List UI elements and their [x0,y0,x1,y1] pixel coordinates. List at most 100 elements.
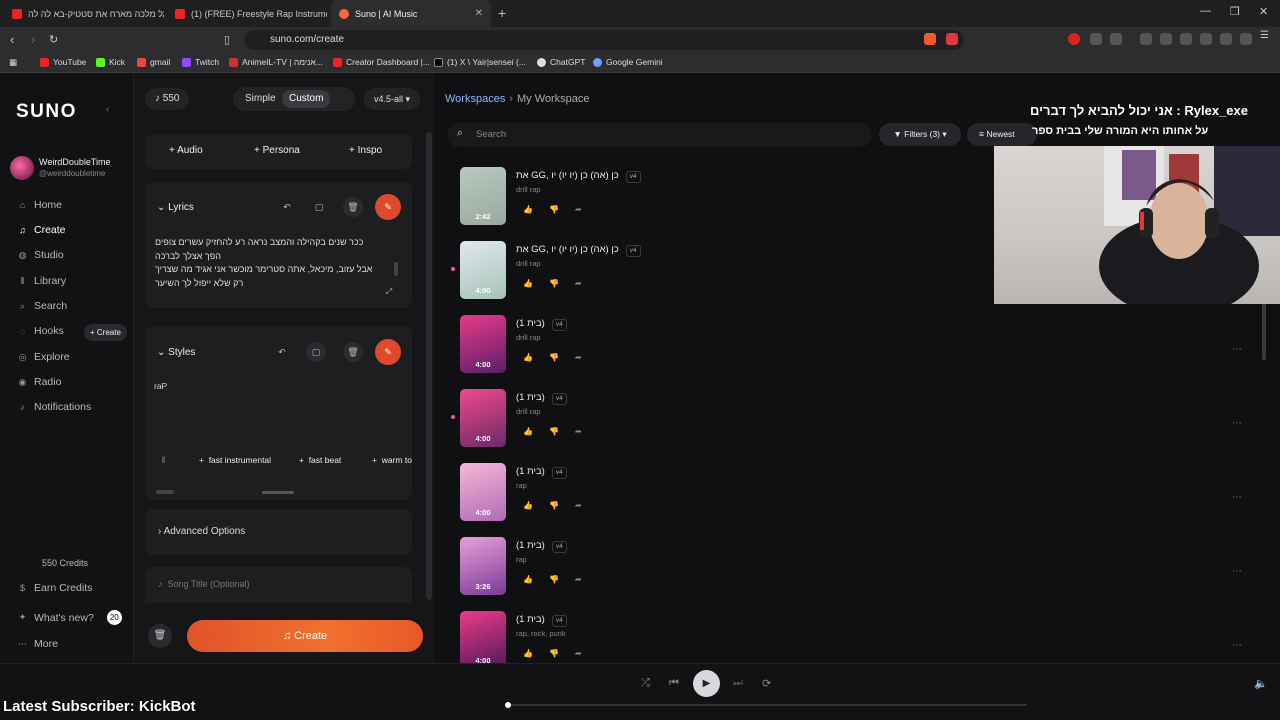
extension-icon[interactable] [1068,33,1080,45]
lyrics-header[interactable]: ⌄ Lyrics [157,202,194,213]
repeat-icon[interactable]: ⟳ [762,677,771,690]
playlist-icon[interactable] [1160,33,1172,45]
browser-tab[interactable]: (1) (FREE) Freestyle Rap Instrumental [167,0,327,27]
nav-hooks[interactable]: ◌ Hooks [18,325,64,337]
sort-button[interactable]: ≡ Newest [967,123,1037,146]
create-button[interactable]: ♫ Create [187,620,423,652]
play-button[interactable]: ▶ [693,670,720,697]
dislike-icon[interactable]: 👎 [549,205,559,214]
more-options-icon[interactable]: ⋯ [1232,344,1242,355]
lyrics-scrollbar[interactable] [394,262,398,276]
lyrics-line[interactable]: הפך אצלך לברכה [155,251,377,261]
style-library-icon[interactable]: ⫴ [162,455,166,466]
song-cover[interactable]: 2:42 [460,167,506,225]
next-icon[interactable]: ⏭ [733,677,743,690]
bookmark-gemini[interactable]: Google Gemini [593,57,663,67]
more-options-icon[interactable]: ⋯ [1232,492,1242,503]
apps-icon[interactable]: ▦ [9,57,17,68]
lyrics-line[interactable]: ככר שנים בקהילה והמצב נראה רע להחזיק עשר… [155,237,377,247]
nav-create[interactable]: ♫ Create [18,224,65,236]
lyrics-line[interactable]: אבל עזוב, מיכאל, אתה סטרימר מוכשר אני אג… [155,264,377,274]
volume-icon[interactable]: 🔈 [1254,677,1268,690]
trash-icon[interactable]: 🗑 [343,342,363,362]
breadcrumb-workspaces[interactable]: Workspaces [445,93,505,105]
bookmark-creator[interactable]: Creator Dashboard |... [333,57,430,67]
like-icon[interactable]: 👍 [523,205,533,214]
collapse-sidebar-icon[interactable]: ‹ [106,104,109,115]
bookmark-chatgpt[interactable]: ChatGPT [537,57,585,67]
more-options-icon[interactable]: ⋯ [1232,418,1242,429]
previous-icon[interactable]: ⏮ [669,677,679,690]
style-chip[interactable]: + fast instrumental [199,455,271,465]
extensions-icon[interactable] [1090,33,1102,45]
song-cover[interactable]: 4:00 [460,241,506,299]
progress-bar[interactable] [505,702,1027,708]
song-title-field[interactable]: ♪ Song Title (Optional) [145,567,412,603]
dislike-icon[interactable]: 👎 [549,427,559,436]
nav-radio[interactable]: ◉ Radio [18,376,62,388]
styles-input[interactable]: raP [154,381,376,391]
nav-explore[interactable]: ◎ Explore [18,351,70,363]
like-icon[interactable]: 👍 [523,649,533,658]
share-icon[interactable]: ➦ [575,427,582,436]
new-tab-button[interactable]: + [498,5,506,21]
minimize-icon[interactable]: — [1200,5,1211,17]
song-cover[interactable]: 4:00 [460,463,506,521]
nav-studio[interactable]: ◍ Studio [18,249,64,261]
forward-icon[interactable]: › [31,32,35,47]
add-inspo-button[interactable]: + Inspo [349,145,382,156]
undo-icon[interactable]: ↶ [277,197,297,217]
chips-scrollbar[interactable] [156,490,174,494]
song-title[interactable]: (בית 1) v4 [516,614,567,627]
trash-icon[interactable]: 🗑 [343,197,363,217]
bookmark-x[interactable]: (1) X \ Yair|sensei (... [434,57,526,67]
style-chip[interactable]: + warm to [372,455,412,465]
share-icon[interactable]: ➦ [575,575,582,584]
nav-notifications[interactable]: ♪ Notifications [18,401,91,413]
restore-icon[interactable]: ❐ [1230,5,1240,18]
whats-new-link[interactable]: ✦ What's new? 20 [18,610,122,625]
bookmark-gmail[interactable]: gmail [137,57,170,67]
like-icon[interactable]: 👍 [523,353,533,362]
clear-button[interactable]: 🗑 [148,624,172,648]
wallet-icon[interactable] [1200,33,1212,45]
song-row[interactable]: 3:26 (בית 1) v4 rap 👍 👎 ➦ ⋯ [445,537,1270,611]
song-row[interactable]: 4:00 (בית 1) v4 drill rap 👍 👎 ➦ ⋯ [445,389,1270,463]
back-icon[interactable]: ‹ [10,32,14,47]
mode-simple[interactable]: Simple [238,90,283,108]
reload-icon[interactable]: ↻ [49,33,58,46]
bookmark-icon[interactable]: ▯ [224,33,230,46]
like-icon[interactable]: 👍 [523,575,533,584]
add-persona-button[interactable]: + Persona [254,145,300,156]
more-link[interactable]: ⋯ More [18,638,58,650]
bookmark-twitch[interactable]: Twitch [182,57,219,67]
nav-library[interactable]: ⫴ Library [18,275,67,287]
bookmark-anime[interactable]: AnimeIL-TV | אנימה... [229,57,323,67]
share-icon[interactable]: ➦ [575,353,582,362]
earn-credits-link[interactable]: $ Earn Credits [18,582,92,594]
copy-icon[interactable]: ▢ [309,197,329,217]
browser-tab-active[interactable]: Suno | AI Music ✕ [331,0,491,27]
bookmark-youtube[interactable]: YouTube [40,57,86,67]
add-audio-button[interactable]: + Audio [169,145,203,156]
song-row[interactable]: 4:00 (בית 1) v4 rap 👍 👎 ➦ ⋯ [445,463,1270,537]
share-icon[interactable]: ➦ [575,279,582,288]
share-icon[interactable]: ➦ [575,205,582,214]
more-options-icon[interactable]: ⋯ [1232,566,1242,577]
suno-logo[interactable]: SUNO [16,101,77,123]
copy-icon[interactable]: ▢ [306,342,326,362]
list-scrollbar[interactable] [1262,300,1266,360]
search-input[interactable]: ⌕ Search [447,123,872,147]
song-title[interactable]: את GG, כן (אה) כן (יו יו) יו v4 [516,170,641,183]
panel-scrollbar[interactable] [426,132,432,600]
filters-button[interactable]: ▼ Filters (3) ▾ [879,123,961,146]
expand-icon[interactable]: ⤢ [379,282,399,302]
magic-wand-icon[interactable]: ✎ [375,194,401,220]
like-icon[interactable]: 👍 [523,427,533,436]
user-name[interactable]: WeirdDoubleTime [39,157,111,167]
song-cover[interactable]: 4:00 [460,315,506,373]
bookmark-kick[interactable]: Kick [96,57,125,67]
like-icon[interactable]: 👍 [523,501,533,510]
nav-home[interactable]: ⌂ Home [18,199,62,211]
dislike-icon[interactable]: 👎 [549,353,559,362]
